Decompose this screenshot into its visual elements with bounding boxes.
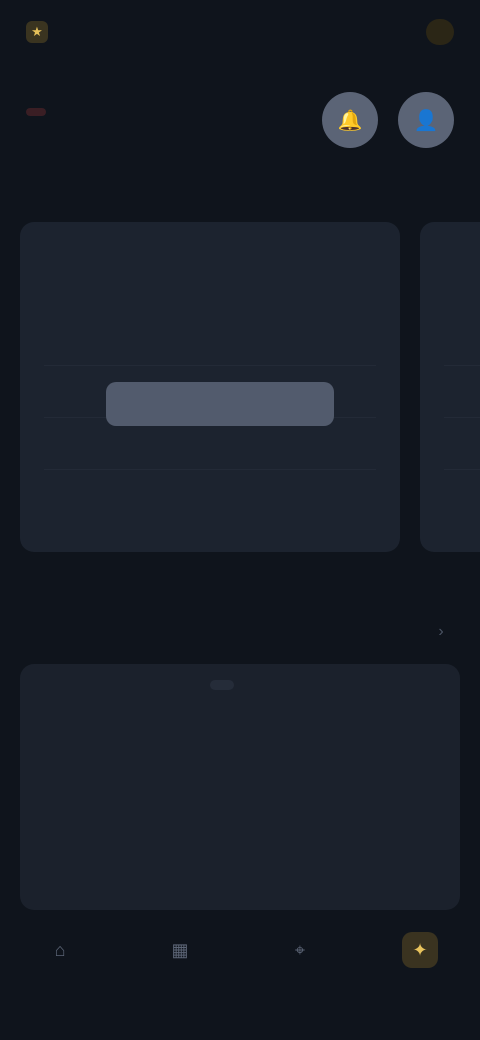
chevron-right-icon[interactable]: ›: [428, 619, 454, 645]
card-row: [444, 366, 480, 418]
gift-icon: ✦: [402, 932, 438, 968]
card-row: [444, 418, 480, 470]
card-action-button[interactable]: [106, 382, 334, 426]
chart-icon: ▦: [171, 939, 189, 960]
status-tag: [26, 108, 46, 116]
brand[interactable]: ★: [26, 21, 58, 43]
grid-top-label[interactable]: [210, 680, 234, 690]
bottom-nav: ⌂ ▦ ⌖ ✦: [0, 924, 480, 1040]
card-rows: [444, 314, 480, 470]
notifications-button[interactable]: 🔔: [322, 92, 378, 148]
profile-button[interactable]: 👤: [398, 92, 454, 148]
user-icon: 👤: [413, 109, 439, 132]
nav-item-markets[interactable]: ▦: [148, 932, 212, 974]
card-row: [444, 314, 480, 366]
promo-card-next[interactable]: [420, 222, 480, 552]
section-header: ›: [26, 612, 454, 652]
account-chip[interactable]: [426, 19, 454, 45]
content-grid: [20, 664, 460, 910]
promo-card[interactable]: [20, 222, 400, 552]
card-carousel[interactable]: [0, 222, 480, 562]
top-bar: ★: [0, 0, 480, 64]
bell-icon: 🔔: [337, 109, 363, 132]
home-icon: ⌂: [54, 939, 66, 960]
nav-item-rewards[interactable]: ✦: [388, 932, 452, 974]
hero: 🔔 👤: [26, 92, 454, 212]
nav-item-home[interactable]: ⌂: [28, 932, 92, 974]
star-icon: ★: [26, 21, 48, 43]
pin-icon: ⌖: [294, 939, 306, 960]
nav-item-places[interactable]: ⌖: [268, 932, 332, 974]
card-row: [44, 314, 376, 366]
